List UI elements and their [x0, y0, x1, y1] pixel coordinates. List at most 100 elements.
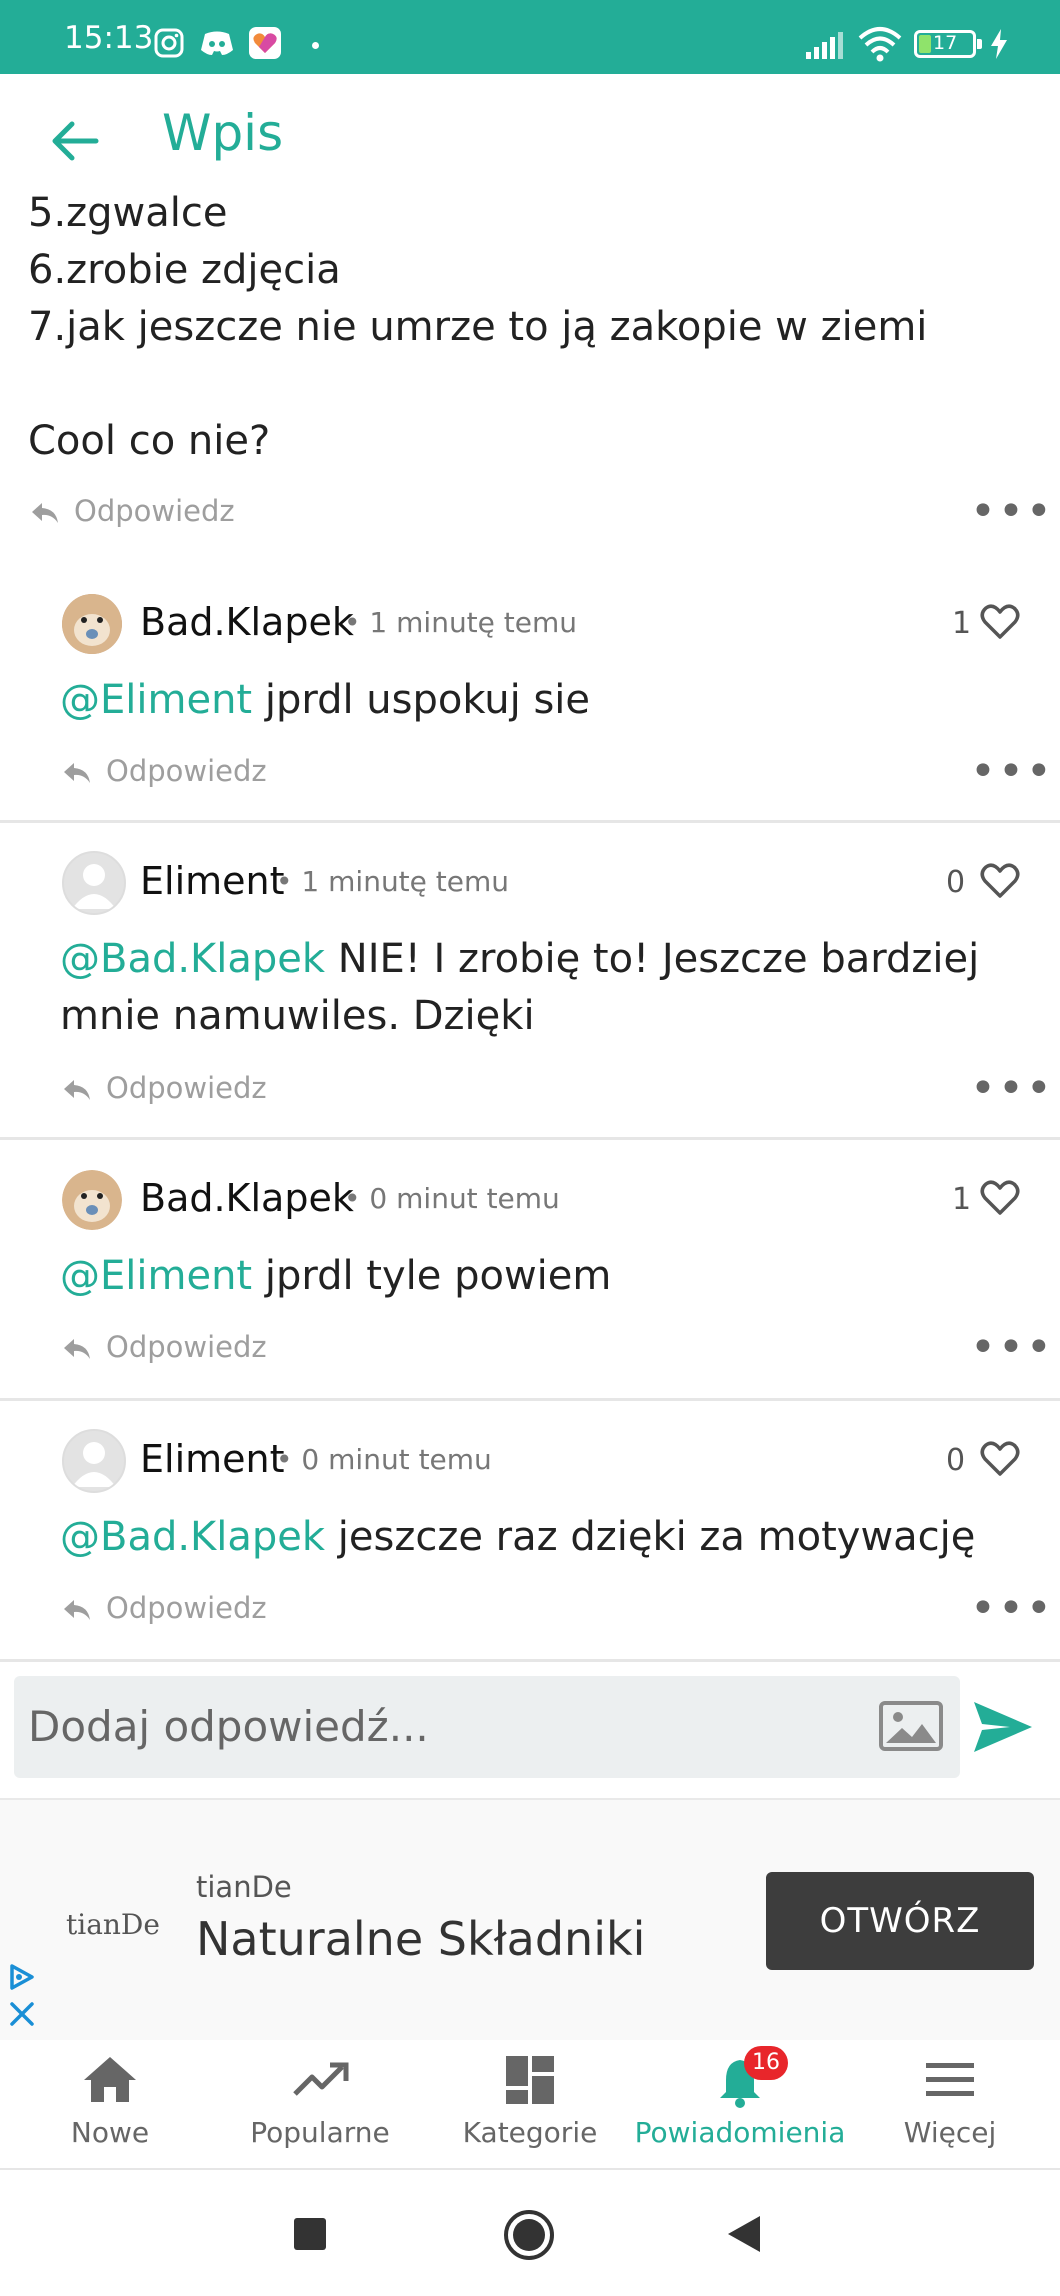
comment-time-text: 0 minut temu	[301, 1443, 492, 1476]
comment-text: @Eliment jprdl tyle powiem	[60, 1248, 611, 1305]
comment-item: Eliment • 0 minut temu 0 @Bad.Klapek jes…	[0, 1401, 1060, 1659]
mention-link[interactable]: @Bad.Klapek	[60, 936, 325, 982]
like-count: 0	[946, 865, 966, 900]
reply-icon	[64, 1600, 90, 1620]
back-button-icon[interactable]	[726, 2214, 762, 2254]
nav-item-kategorie[interactable]: Kategorie	[424, 2040, 636, 2168]
post-text-line: Cool co nie?	[28, 418, 271, 464]
mention-link[interactable]: @Eliment	[60, 677, 252, 723]
signal-icon	[806, 32, 843, 59]
ad-banner[interactable]: tianDe tianDe Naturalne Składniki OTWÓRZ	[0, 1798, 1060, 2042]
more-options-icon[interactable]: •••	[970, 1583, 1054, 1634]
bottom-navigation: Nowe Popularne Kategorie 16 Powiadomieni…	[0, 2040, 1060, 2170]
image-icon[interactable]	[878, 1700, 944, 1752]
comment-body: NIE! I zrobię to! Jeszcze bardziej	[325, 936, 980, 982]
comment-time: • 0 minut temu	[344, 1182, 560, 1215]
comment-item: Bad.Klapek • 1 minutę temu 1 @Eliment jp…	[0, 560, 1060, 820]
status-time: 15:13	[64, 20, 154, 56]
reply-label: Odpowiedz	[106, 1330, 267, 1364]
reply-label: Odpowiedz	[106, 1071, 267, 1105]
comment-time-text: 1 minutę temu	[369, 606, 578, 639]
mention-link[interactable]: @Eliment	[60, 1253, 252, 1299]
notification-dot	[312, 42, 319, 49]
comment-author[interactable]: Eliment	[140, 859, 285, 903]
battery-icon: 17	[914, 30, 982, 58]
more-options-icon[interactable]: •••	[970, 1063, 1054, 1114]
heart-icon[interactable]	[980, 604, 1020, 640]
hamster-avatar[interactable]	[62, 1170, 122, 1230]
arrow-left-icon[interactable]	[50, 120, 100, 162]
adchoices-icon[interactable]	[6, 1962, 36, 1992]
comment-body: jprdl uspokuj sie	[252, 677, 591, 723]
send-icon[interactable]	[972, 1700, 1034, 1754]
system-navigation-bar	[0, 2170, 1060, 2296]
page-title: Wpis	[162, 104, 284, 162]
home-icon	[84, 2057, 136, 2102]
comment-item: Bad.Klapek • 0 minut temu 1 @Eliment jpr…	[0, 1140, 1060, 1398]
nav-item-wiecej[interactable]: Więcej	[844, 2040, 1056, 2168]
wifi-icon	[858, 27, 902, 62]
comment-text: @Bad.Klapek jeszcze raz dzięki za motywa…	[60, 1509, 975, 1566]
nav-item-powiadomienia[interactable]: 16 Powiadomienia	[634, 2040, 846, 2168]
comment-body: jeszcze raz dzięki za motywację	[325, 1514, 976, 1560]
recent-apps-icon[interactable]	[294, 2218, 326, 2250]
ad-open-button[interactable]: OTWÓRZ	[766, 1872, 1034, 1970]
nav-label: Kategorie	[462, 2116, 598, 2149]
post-text-line: 6.zrobie zdjęcia	[28, 247, 341, 293]
reply-input[interactable]: Dodaj odpowiedź...	[14, 1676, 960, 1778]
discord-icon	[201, 31, 233, 55]
comment-author[interactable]: Bad.Klapek	[140, 600, 354, 644]
comment-text: @Eliment jprdl uspokuj sie	[60, 672, 590, 729]
reply-icon	[64, 1339, 90, 1359]
mention-link[interactable]: @Bad.Klapek	[60, 1514, 325, 1560]
ad-advertiser: tianDe	[196, 1870, 292, 1904]
comment-time-text: 1 minutę temu	[301, 865, 510, 898]
home-button-icon[interactable]	[502, 2208, 556, 2262]
reply-label: Odpowiedz	[74, 494, 235, 528]
notification-badge: 16	[744, 2046, 788, 2080]
divider	[0, 1659, 1060, 1662]
default-avatar[interactable]	[62, 851, 126, 915]
heart-icon[interactable]	[980, 1180, 1020, 1216]
like-count: 1	[952, 606, 972, 641]
hamster-avatar[interactable]	[62, 594, 122, 654]
close-ad-icon[interactable]	[8, 2000, 36, 2028]
comment-item: Eliment • 1 minutę temu 0 @Bad.Klapek NI…	[0, 823, 1060, 1137]
grid-icon	[506, 2056, 554, 2104]
reply-label: Odpowiedz	[106, 754, 267, 788]
nav-label: Popularne	[250, 2116, 390, 2149]
like-count: 1	[952, 1182, 972, 1217]
status-bar: 15:13 17	[0, 0, 1060, 74]
nav-label: Powiadomienia	[634, 2116, 846, 2149]
comment-time: • 1 minutę temu	[276, 865, 510, 898]
more-options-icon[interactable]: •••	[970, 746, 1054, 797]
charging-icon	[991, 29, 1007, 59]
heart-icon[interactable]	[980, 1441, 1020, 1477]
comment-author[interactable]: Eliment	[140, 1437, 285, 1481]
ad-headline[interactable]: Naturalne Składniki	[196, 1912, 645, 1966]
comment-time-text: 0 minut temu	[369, 1182, 560, 1215]
comment-text: @Bad.Klapek NIE! I zrobię to! Jeszcze ba…	[60, 931, 979, 988]
more-options-icon[interactable]: •••	[970, 486, 1054, 537]
comment-author[interactable]: Bad.Klapek	[140, 1176, 354, 1220]
reply-icon	[64, 1080, 90, 1100]
comment-time: • 0 minut temu	[276, 1443, 492, 1476]
post-text-line: 7.jak jeszcze nie umrze to ją zakopie w …	[28, 304, 928, 350]
default-avatar[interactable]	[62, 1429, 126, 1493]
battery-level: 17	[933, 32, 958, 54]
reply-input-placeholder: Dodaj odpowiedź...	[28, 1702, 429, 1751]
heart-icon[interactable]	[980, 863, 1020, 899]
more-options-icon[interactable]: •••	[970, 1322, 1054, 1373]
nav-item-popularne[interactable]: Popularne	[214, 2040, 426, 2168]
nav-item-nowe[interactable]: Nowe	[4, 2040, 216, 2168]
ad-logo: tianDe	[66, 1908, 160, 1941]
reply-label: Odpowiedz	[106, 1591, 267, 1625]
post-text-line: 5.zgwalce	[28, 190, 228, 236]
reply-icon	[64, 763, 90, 783]
comment-time: • 1 minutę temu	[344, 606, 578, 639]
comment-text-line: mnie namuwiles. Dzięki	[60, 993, 535, 1039]
comment-body: jprdl tyle powiem	[252, 1253, 612, 1299]
instagram-icon	[154, 28, 184, 58]
reply-icon	[32, 503, 58, 523]
like-count: 0	[946, 1443, 966, 1478]
